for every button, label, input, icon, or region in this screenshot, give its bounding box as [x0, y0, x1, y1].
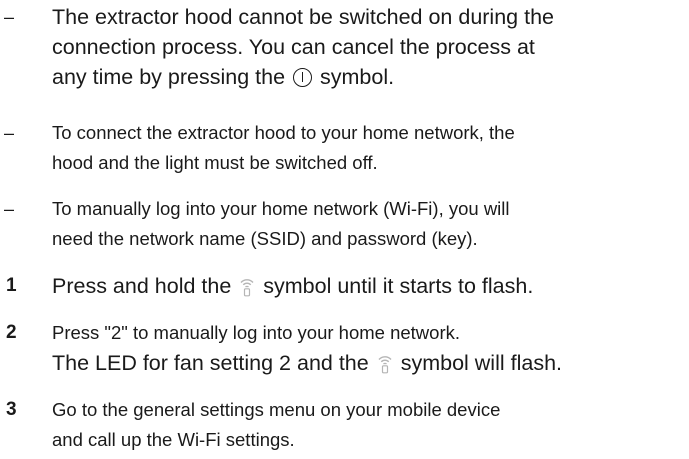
note-line: The extractor hood cannot be switched on…	[52, 5, 554, 29]
note-line: To manually log into your home network (…	[52, 198, 510, 219]
step-line-end: symbol will flash.	[400, 351, 562, 375]
step-line: Press "2" to manually log into your home…	[52, 322, 460, 343]
note-dash: –	[4, 199, 15, 219]
note-line: need the network name (SSID) and passwor…	[52, 228, 478, 249]
note-line: any time by pressing the symbol.	[52, 62, 682, 92]
note-text: To connect the extractor hood to your ho…	[52, 118, 682, 178]
step-line-start: The LED for fan setting 2 and the	[52, 351, 369, 375]
step-line: Go to the general settings menu on your …	[52, 399, 501, 420]
step-line: Press and hold the symbol until it start…	[52, 271, 682, 301]
step-number: 2	[6, 322, 17, 343]
step-text: Press "2" to manually log into your home…	[52, 318, 682, 378]
step-line: The LED for fan setting 2 and the symbol…	[52, 348, 682, 378]
step-text: Go to the general settings menu on your …	[52, 395, 682, 455]
note-line: hood and the light must be switched off.	[52, 152, 378, 173]
note-line-end: symbol.	[320, 65, 395, 89]
step-number: 3	[6, 399, 17, 420]
step-line-end: symbol until it starts to flash.	[263, 274, 534, 298]
step-text: Press and hold the symbol until it start…	[52, 271, 682, 301]
note-text: The extractor hood cannot be switched on…	[52, 2, 682, 92]
step-line: and call up the Wi-Fi settings.	[52, 429, 295, 450]
wifi-icon	[378, 356, 392, 374]
note-dash: –	[4, 123, 15, 143]
note-line-start: any time by pressing the	[52, 65, 286, 89]
note-text: To manually log into your home network (…	[52, 194, 682, 254]
instruction-page: – The extractor hood cannot be switched …	[0, 0, 689, 459]
power-icon	[293, 68, 313, 87]
note-line: To connect the extractor hood to your ho…	[52, 122, 515, 143]
note-line: connection process. You can cancel the p…	[52, 35, 535, 59]
step-number: 1	[6, 275, 17, 296]
wifi-icon	[240, 279, 254, 297]
step-line-start: Press and hold the	[52, 274, 232, 298]
note-dash: –	[4, 7, 15, 27]
